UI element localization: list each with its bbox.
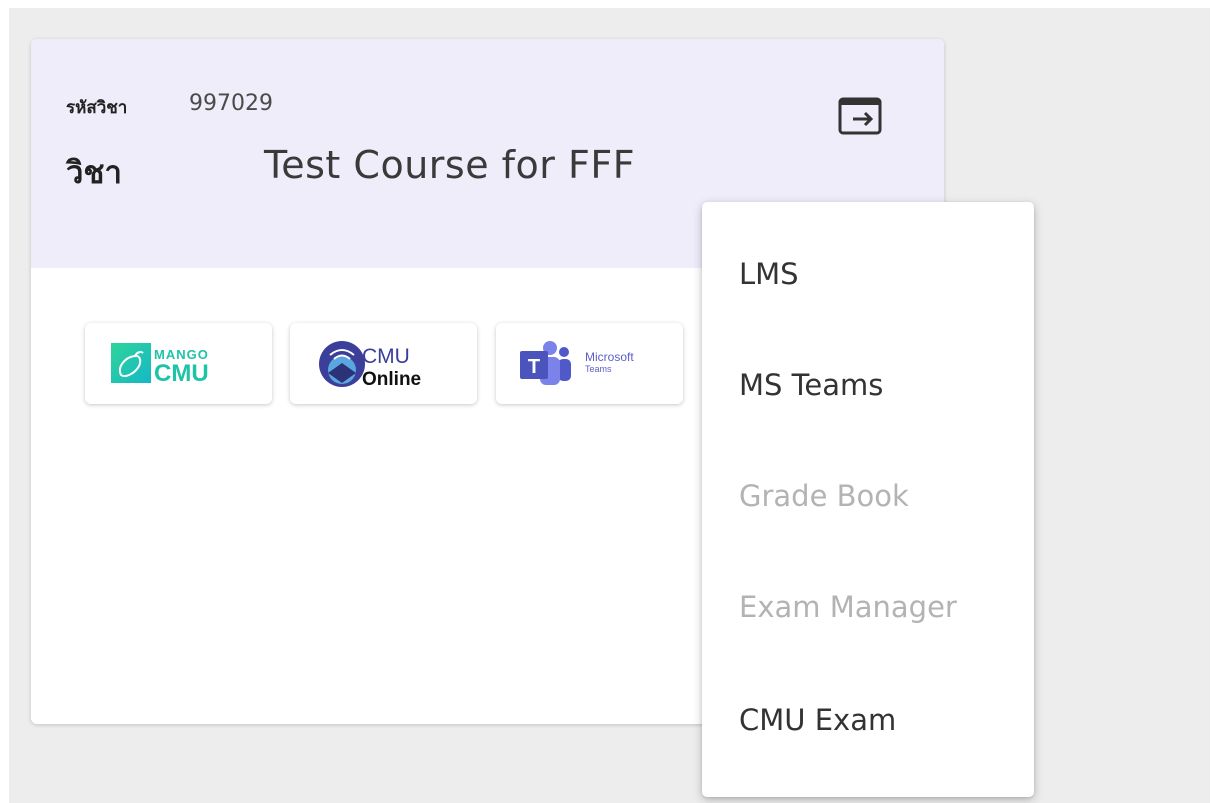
menu-item-cmu-exam[interactable]: CMU Exam [739, 706, 896, 735]
menu-item-exam-manager: Exam Manager [739, 590, 957, 624]
left-border [0, 0, 9, 803]
microsoft-teams-button[interactable]: T Microsoft Teams [496, 323, 683, 404]
exit-button[interactable] [835, 93, 887, 145]
cmu-online-button[interactable]: CMU Online [290, 323, 477, 404]
svg-text:Teams: Teams [585, 364, 612, 374]
cmu-online-logo: CMU Online [319, 341, 421, 390]
course-actions-menu: LMS MS Teams Grade Book Exam Manager CMU… [702, 202, 1034, 797]
course-code-value: 997029 [189, 91, 273, 116]
svg-text:CMU: CMU [362, 345, 410, 368]
svg-text:CMU: CMU [154, 360, 209, 387]
course-name-value: Test Course for FFF [264, 143, 636, 187]
mango-cmu-button[interactable]: MANGO CMU [85, 323, 272, 404]
svg-text:Online: Online [362, 369, 421, 390]
course-name-label: วิชา [66, 155, 122, 191]
exit-to-app-icon [838, 97, 882, 135]
svg-text:T: T [528, 356, 540, 378]
menu-item-ms-teams[interactable]: MS Teams [739, 371, 883, 400]
mango-cmu-logo: MANGO CMU [111, 343, 209, 387]
menu-item-grade-book: Grade Book [739, 479, 909, 513]
svg-text:Microsoft: Microsoft [585, 350, 634, 364]
microsoft-teams-logo: T Microsoft Teams [520, 341, 634, 385]
menu-item-lms[interactable]: LMS [739, 260, 799, 289]
top-border [0, 0, 1212, 8]
course-code-label: รหัสวิชา [66, 98, 128, 118]
